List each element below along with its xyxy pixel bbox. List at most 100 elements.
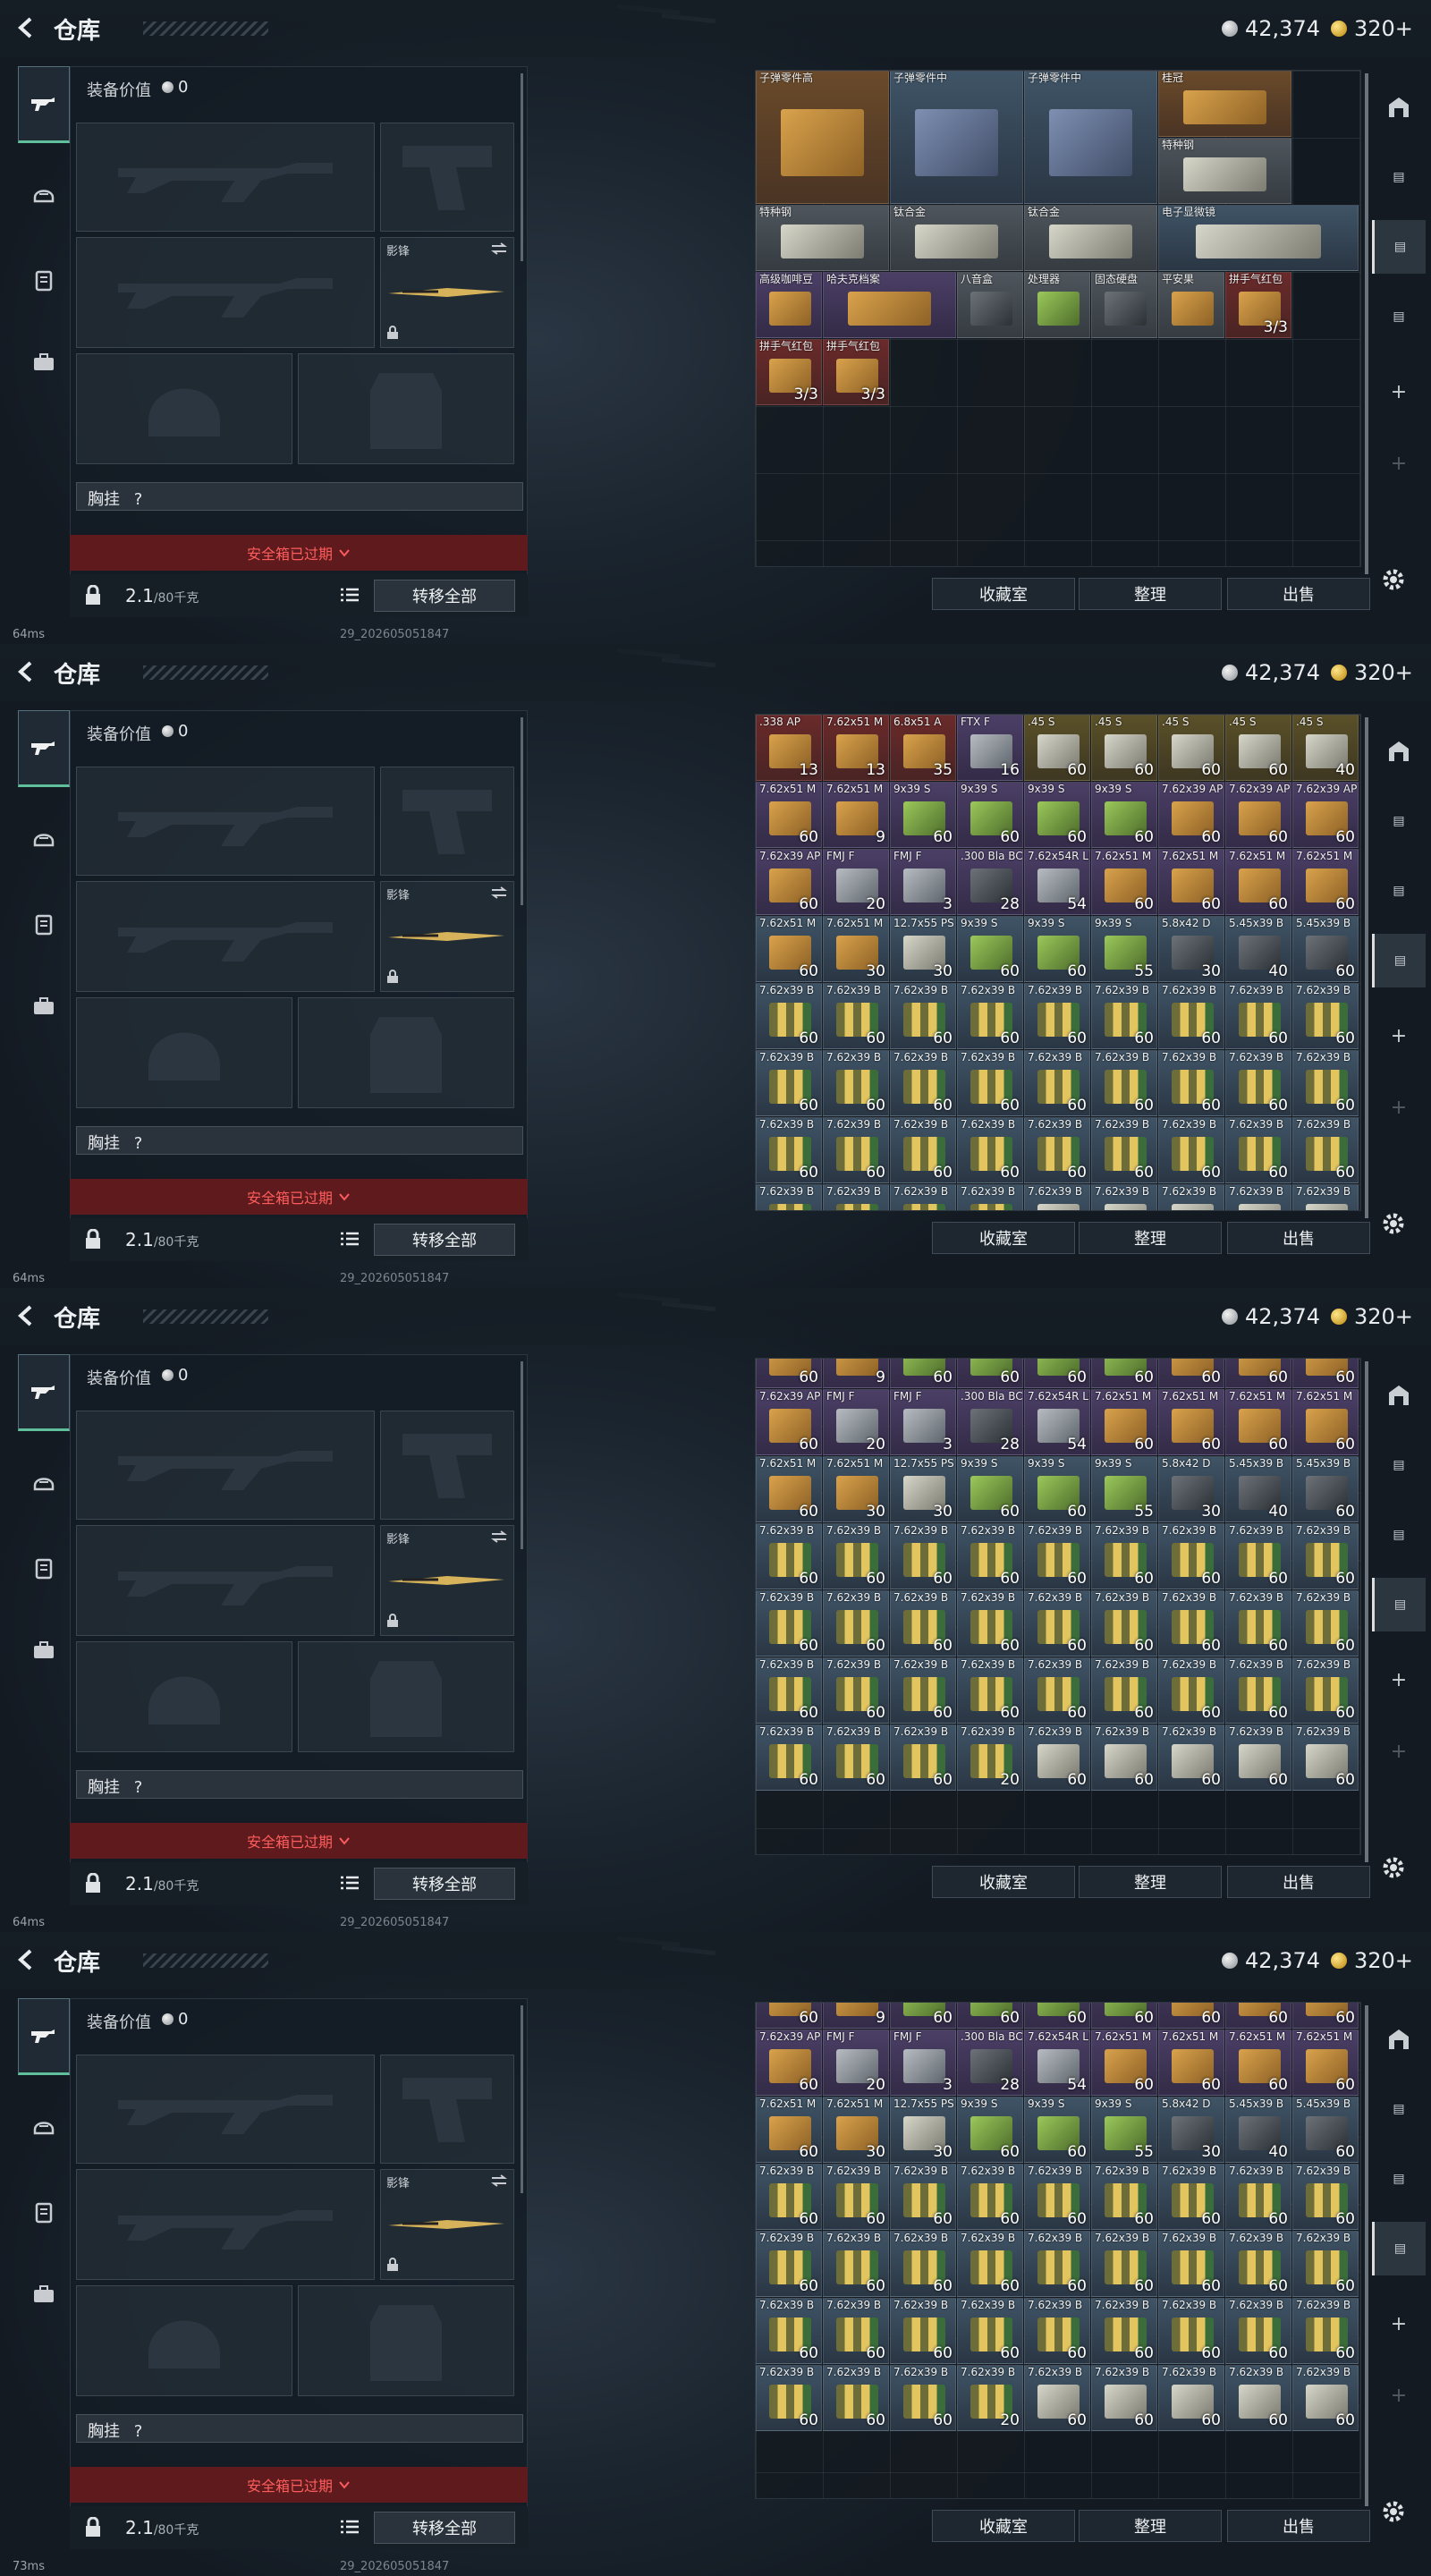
storage-item[interactable]: 7.62x39 B60 xyxy=(1292,2298,1359,2364)
equipment-scrollbar[interactable] xyxy=(521,2005,523,2193)
storage-item[interactable]: 9x39 S60 xyxy=(1024,916,1090,982)
storage-item[interactable]: 7.62x39 B60 xyxy=(1091,1050,1157,1116)
transfer-all-button[interactable]: 转移全部 xyxy=(374,1868,515,1900)
storage-grid[interactable]: .338 AP 13 7.62x51 M 13 6.8x51 A 35 FTX F 16.45… xyxy=(755,714,1361,1211)
storage-item[interactable]: 钛合金 xyxy=(890,205,1023,271)
tab-storage-2[interactable]: ▤ xyxy=(1372,1508,1426,1562)
storage-item[interactable]: 7.62x51 M60 xyxy=(1225,1388,1291,1455)
storage-item[interactable]: 7.62x39 B60 xyxy=(890,2164,956,2230)
primary-weapon-slot[interactable] xyxy=(76,123,375,232)
secondary-weapon-slot[interactable] xyxy=(76,881,375,992)
storage-item[interactable]: 子弹零件中 xyxy=(890,71,1023,204)
helmet-slot[interactable] xyxy=(76,353,292,464)
storage-item[interactable]: 7.62x39 B60 xyxy=(890,983,956,1049)
storage-item[interactable]: 7.62x39 B60 xyxy=(823,1184,889,1210)
tab-helmet[interactable] xyxy=(18,2088,70,2165)
storage-item[interactable]: 7.62x39 B60 xyxy=(890,1117,956,1183)
storage-item[interactable]: 子弹零件高 xyxy=(756,71,889,204)
storage-item[interactable]: 7.62x39 B60 xyxy=(756,1184,822,1210)
storage-item[interactable]: .45 S 60 xyxy=(1091,715,1157,781)
sort-button[interactable]: 整理 xyxy=(1079,2510,1222,2542)
storage-item[interactable]: 9x39 S60 xyxy=(957,1359,1023,1388)
storage-item[interactable]: 7.62x39 B60 xyxy=(1225,2164,1291,2230)
storage-item[interactable]: FMJ F 3 xyxy=(890,849,956,915)
storage-item[interactable]: 7.62x39 B60 xyxy=(1024,1522,1090,1589)
list-icon[interactable] xyxy=(340,2519,360,2538)
storage-item[interactable]: 7.62x39 B60 xyxy=(823,2298,889,2364)
storage-item[interactable]: 7.62x39 B60 xyxy=(756,2164,822,2230)
sell-button[interactable]: 出售 xyxy=(1227,1866,1370,1898)
storage-item[interactable]: 7.62x39 B60 xyxy=(823,1117,889,1183)
storage-item[interactable]: 7.62x51 M60 xyxy=(1292,2029,1359,2096)
storage-item[interactable]: 7.62x39 AP 60 xyxy=(1225,782,1291,848)
storage-item[interactable]: 7.62x39 B60 xyxy=(957,2231,1023,2297)
helmet-slot[interactable] xyxy=(76,1641,292,1752)
storage-item[interactable]: 7.62x39 B60 xyxy=(1091,1522,1157,1589)
storage-item[interactable]: 7.62x39 B60 xyxy=(1292,2231,1359,2297)
storage-item[interactable]: 9x39 S60 xyxy=(1024,2003,1090,2029)
storage-item[interactable]: 9x39 S60 xyxy=(890,782,956,848)
storage-item[interactable]: FMJ F 20 xyxy=(823,1388,889,1455)
melee-slot[interactable]: 影锋 xyxy=(380,1525,514,1636)
storage-item[interactable]: 6.8x51 A 35 xyxy=(890,715,956,781)
storage-item[interactable]: 拼手气红包 3/3 xyxy=(1225,272,1291,338)
storage-item[interactable]: 7.62x51 M 30 xyxy=(823,1455,889,1522)
storage-item[interactable]: 7.62x39 B60 xyxy=(890,2365,956,2431)
storage-item[interactable]: 7.62x39 B60 xyxy=(823,2365,889,2431)
storage-item[interactable]: 7.62x39 B60 xyxy=(957,1117,1023,1183)
storage-item[interactable]: 7.62x51 M60 xyxy=(1292,1388,1359,1455)
add-tab-button[interactable]: + xyxy=(1372,365,1426,419)
storage-item[interactable]: 7.62x39 B60 xyxy=(1225,1117,1291,1183)
storage-item[interactable]: 7.62x39 B60 xyxy=(1024,1657,1090,1724)
collection-room-button[interactable]: 收藏室 xyxy=(932,1222,1075,1254)
storage-item[interactable]: 7.62x51 M60 xyxy=(1091,849,1157,915)
gold-currency[interactable]: 320+ xyxy=(1331,1302,1413,1331)
storage-item[interactable]: 7.62x39 B60 xyxy=(756,983,822,1049)
storage-item[interactable]: 9x39 S 55 xyxy=(1091,2097,1157,2163)
storage-item[interactable]: 7.62x39 B60 xyxy=(890,1589,956,1657)
storage-item[interactable]: 9x39 S60 xyxy=(890,2003,956,2029)
storage-item[interactable]: 5.8x42 D 30 xyxy=(1158,2097,1224,2163)
storage-item[interactable]: 9x39 S60 xyxy=(957,782,1023,848)
storage-item[interactable]: 9x39 S60 xyxy=(1091,1359,1157,1388)
storage-item[interactable]: 7.62x39 B60 xyxy=(1158,983,1224,1049)
sort-button[interactable]: 整理 xyxy=(1079,578,1222,610)
storage-item[interactable]: 7.62x39 B60 xyxy=(1024,2365,1090,2431)
add-tab-button[interactable]: + xyxy=(1372,2297,1426,2351)
storage-item[interactable]: 7.62x39 B60 xyxy=(1158,1724,1224,1791)
tab-storage-3[interactable]: ▤ xyxy=(1372,934,1426,987)
storage-item[interactable]: 电子显微镜 xyxy=(1158,205,1359,271)
collection-room-button[interactable]: 收藏室 xyxy=(932,2510,1075,2542)
storage-item[interactable]: 7.62x51 M60 xyxy=(756,2003,822,2029)
storage-scrollbar[interactable] xyxy=(1365,1361,1368,1862)
transfer-all-button[interactable]: 转移全部 xyxy=(374,1224,515,1256)
storage-item[interactable]: 7.62x39 B60 xyxy=(823,1657,889,1724)
storage-item[interactable]: 7.62x39 B60 xyxy=(823,1724,889,1791)
back-arrow-icon[interactable] xyxy=(13,13,39,43)
storage-item[interactable]: 7.62x39 AP 60 xyxy=(756,2029,822,2096)
tab-bag[interactable] xyxy=(18,2256,70,2333)
storage-item[interactable]: .300 Bla BC 28 xyxy=(957,1388,1023,1455)
tab-vest[interactable] xyxy=(18,242,70,318)
tab-bag[interactable] xyxy=(18,1612,70,1689)
storage-item[interactable]: 7.62x39 B60 xyxy=(957,1050,1023,1116)
sort-button[interactable]: 整理 xyxy=(1079,1222,1222,1254)
storage-item[interactable]: 桂冠 xyxy=(1158,71,1291,137)
storage-item[interactable]: 7.62x39 B60 xyxy=(1225,2365,1291,2431)
storage-item[interactable]: 9x39 S60 xyxy=(957,916,1023,982)
storage-item[interactable]: 7.62x39 B60 xyxy=(890,2231,956,2297)
secondary-weapon-slot[interactable] xyxy=(76,1525,375,1636)
storage-item[interactable]: 7.62x39 B60 xyxy=(1091,2164,1157,2230)
swap-icon[interactable] xyxy=(490,886,508,902)
add-tab-button[interactable]: + xyxy=(1372,1653,1426,1707)
storage-item[interactable]: 7.62x39 B60 xyxy=(823,1522,889,1589)
tab-helmet[interactable] xyxy=(18,1444,70,1521)
storage-item[interactable]: 7.62x39 B60 xyxy=(756,1117,822,1183)
storage-item[interactable]: 7.62x39 B 20 xyxy=(957,2365,1023,2431)
storage-item[interactable]: 7.62x39 B60 xyxy=(1158,1589,1224,1657)
storage-item[interactable]: 9x39 S60 xyxy=(1024,1455,1090,1522)
storage-item[interactable]: 7.62x51 M60 xyxy=(1158,1388,1224,1455)
storage-item[interactable]: FMJ F 3 xyxy=(890,1388,956,1455)
storage-item[interactable]: 9x39 S60 xyxy=(1024,782,1090,848)
gold-currency[interactable]: 320+ xyxy=(1331,1946,1413,1975)
